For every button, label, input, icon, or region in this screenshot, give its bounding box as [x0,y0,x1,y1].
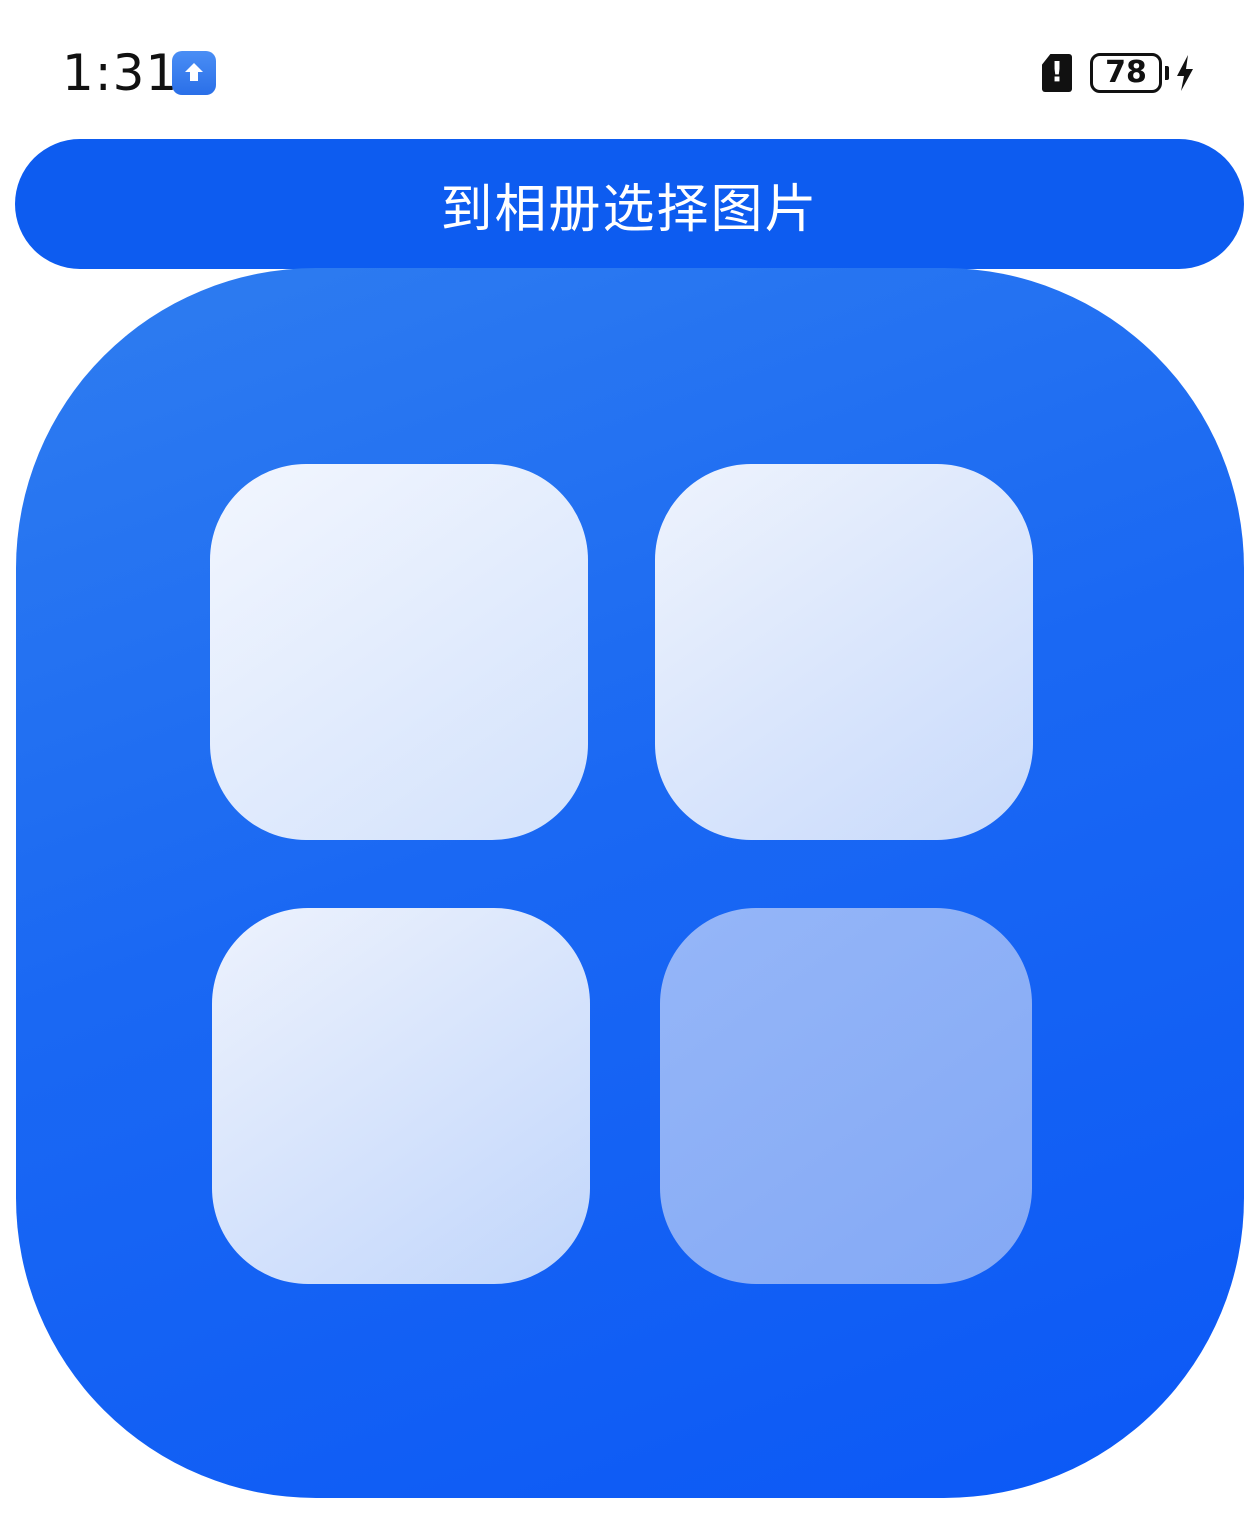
battery-level: 78 [1105,55,1147,90]
grid-tile-bottom-left [212,908,590,1284]
bolt-icon [1177,55,1193,91]
upload-icon [172,51,216,95]
sim-alert-icon: ! [1042,54,1072,92]
status-time: 1:31 [62,44,179,102]
grid-tile-top-right [655,464,1033,840]
app-grid-icon [16,268,1244,1498]
status-bar: 1:31 ! 78 [0,0,1260,140]
grid-tile-bottom-right [660,908,1032,1284]
grid-tile-top-left [210,464,588,840]
battery-tip [1165,66,1169,80]
status-right-icons: ! 78 [1042,50,1196,96]
sim-alert-glyph: ! [1050,55,1064,88]
battery-icon: 78 [1090,53,1162,93]
pick-from-album-button[interactable]: 到相册选择图片 [15,139,1244,269]
